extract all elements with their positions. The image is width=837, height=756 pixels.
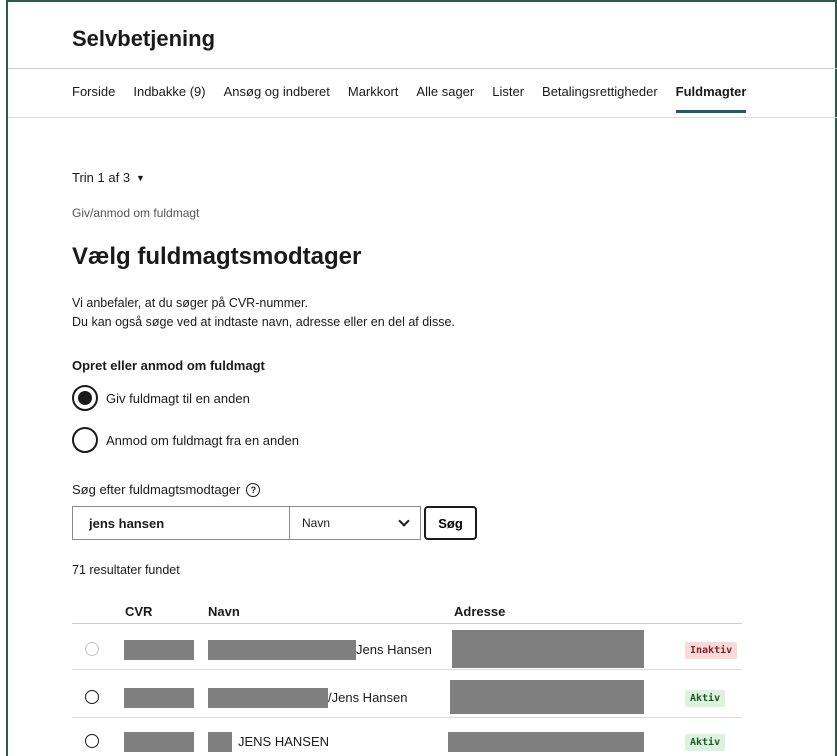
redacted-address bbox=[450, 680, 644, 714]
header-divider bbox=[8, 68, 837, 69]
redacted-cvr bbox=[124, 688, 194, 708]
intro-line-1: Vi anbefaler, at du søger på CVR-nummer. bbox=[72, 296, 308, 310]
step-indicator[interactable]: Trin 1 af 3 ▼ bbox=[72, 170, 145, 185]
search-input[interactable] bbox=[72, 506, 289, 540]
column-header-adresse: Adresse bbox=[454, 604, 506, 619]
results-table-header: CVR Navn Adresse bbox=[72, 604, 742, 624]
intro-text: Vi anbefaler, at du søger på CVR-nummer.… bbox=[72, 294, 455, 332]
search-label: Søg efter fuldmagtsmodtager ? bbox=[72, 482, 261, 497]
search-label-text: Søg efter fuldmagtsmodtager bbox=[72, 482, 241, 497]
nav-item-lister[interactable]: Lister bbox=[492, 84, 524, 113]
redacted-name bbox=[208, 732, 232, 752]
radio-selected-icon[interactable] bbox=[72, 385, 98, 411]
redacted-cvr bbox=[124, 640, 194, 660]
nav-item-alle-sager[interactable]: Alle sager bbox=[416, 84, 474, 113]
search-button[interactable]: Søg bbox=[424, 506, 477, 540]
redacted-address bbox=[452, 630, 644, 668]
page-title: Vælg fuldmagtsmodtager bbox=[72, 243, 362, 270]
row-radio[interactable] bbox=[85, 690, 99, 704]
radio-give-label: Giv fuldmagt til en anden bbox=[106, 390, 250, 406]
nav-item-ansoeg[interactable]: Ansøg og indberet bbox=[224, 84, 330, 113]
caret-down-icon: ▼ bbox=[136, 172, 145, 183]
table-row[interactable]: /Jens Hansen Aktiv bbox=[72, 678, 742, 718]
row-name: JENS HANSEN bbox=[238, 734, 330, 749]
nav-item-indbakke[interactable]: Indbakke (9) bbox=[133, 84, 205, 113]
step-label: Trin 1 af 3 bbox=[72, 170, 131, 185]
redacted-cvr bbox=[124, 732, 194, 752]
nav-divider bbox=[8, 117, 837, 118]
redacted-name bbox=[208, 640, 356, 660]
status-badge: Aktiv bbox=[685, 690, 726, 707]
redacted-name bbox=[208, 688, 328, 708]
result-count: 71 resultater fundet bbox=[72, 563, 180, 577]
chevron-down-icon bbox=[398, 515, 410, 527]
status-badge: Aktiv bbox=[685, 734, 726, 751]
row-radio-disabled bbox=[85, 642, 99, 656]
row-radio[interactable] bbox=[85, 734, 99, 748]
radio-request-label: Anmod om fuldmagt fra en anden bbox=[106, 432, 299, 448]
nav-item-fuldmagter[interactable]: Fuldmagter bbox=[675, 84, 746, 113]
search-type-value: Navn bbox=[302, 516, 331, 530]
table-row[interactable]: JENS HANSEN Aktiv bbox=[72, 722, 742, 756]
search-type-select[interactable]: Navn bbox=[289, 506, 421, 540]
radio-unselected-icon[interactable] bbox=[72, 427, 98, 453]
help-icon[interactable]: ? bbox=[246, 482, 261, 497]
main-nav: Forside Indbakke (9) Ansøg og indberet M… bbox=[72, 84, 764, 113]
nav-item-betalingsrettigheder[interactable]: Betalingsrettigheder bbox=[542, 84, 658, 113]
breadcrumb: Giv/anmod om fuldmagt bbox=[72, 206, 200, 220]
column-header-navn: Navn bbox=[208, 604, 240, 619]
radio-give-fuldmagt[interactable]: Giv fuldmagt til en anden bbox=[72, 385, 250, 411]
column-header-cvr: CVR bbox=[125, 604, 153, 619]
nav-item-markkort[interactable]: Markkort bbox=[348, 84, 399, 113]
nav-item-forside[interactable]: Forside bbox=[72, 84, 115, 113]
table-row[interactable]: Jens Hansen Inaktiv bbox=[72, 630, 742, 670]
row-name: Jens Hansen bbox=[356, 642, 432, 657]
intro-line-2: Du kan også søge ved at indtaste navn, a… bbox=[72, 315, 455, 329]
radio-request-fuldmagt[interactable]: Anmod om fuldmagt fra en anden bbox=[72, 427, 299, 453]
option-group-label: Opret eller anmod om fuldmagt bbox=[72, 358, 265, 373]
app-title: Selvbetjening bbox=[72, 26, 216, 51]
status-badge: Inaktiv bbox=[685, 642, 738, 659]
row-name: /Jens Hansen bbox=[328, 690, 408, 705]
redacted-address bbox=[448, 732, 644, 752]
